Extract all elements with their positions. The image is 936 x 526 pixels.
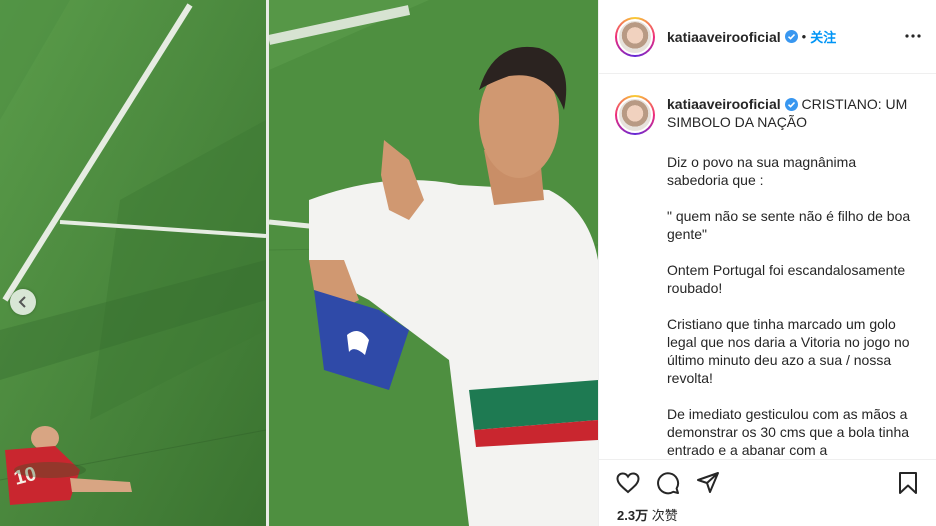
caption-username[interactable]: katiaaveirooficial: [667, 96, 781, 112]
bookmark-icon: [899, 472, 917, 494]
follow-button[interactable]: 关注: [810, 27, 836, 46]
caption-paragraph: " quem não se sente não é filho de boa g…: [667, 208, 911, 242]
more-options-icon: [905, 34, 921, 38]
caption-paragraph: Diz o povo na sua magnânima sabedoria qu…: [667, 154, 857, 188]
previous-media-button[interactable]: [10, 289, 36, 315]
verified-badge-icon: [784, 30, 798, 43]
likes-label: 次赞: [651, 508, 678, 523]
caption-paragraph: De imediato gesticulou com as mãos a dem…: [667, 406, 910, 458]
action-icons: [615, 470, 721, 496]
likes-count: 2.3万: [617, 508, 649, 523]
separator-dot: •: [801, 29, 807, 44]
post-actions: 2.3万 次赞: [599, 459, 936, 526]
avatar[interactable]: [615, 16, 655, 57]
comment-icon: [657, 472, 680, 495]
avatar-image: [617, 18, 653, 55]
post-panel: katiaaveirooficial • 关注 katiaaveiroofici…: [598, 0, 936, 526]
player-scene-right: [269, 0, 598, 526]
send-icon: [697, 472, 719, 493]
caption-title-line: katiaaveirooficial CRISTIANO: UM SIMBOLO…: [667, 95, 919, 135]
post-header: katiaaveirooficial • 关注: [599, 0, 936, 74]
like-button[interactable]: [615, 470, 641, 496]
caption-area: katiaaveirooficial CRISTIANO: UM SIMBOLO…: [599, 75, 936, 459]
heart-icon: [616, 472, 640, 494]
caption-avatar-image: [617, 97, 653, 133]
share-button[interactable]: [695, 470, 721, 496]
save-button[interactable]: [895, 470, 921, 496]
media-frame-right: [269, 0, 598, 526]
caption-paragraph: Ontem Portugal foi escandalosamente roub…: [667, 262, 906, 296]
chevron-left-icon: [18, 296, 26, 308]
verified-badge-icon: [784, 98, 798, 111]
post-media: 10: [0, 0, 598, 526]
caption-avatar[interactable]: [615, 95, 655, 135]
comment-button[interactable]: [655, 470, 681, 496]
header-username[interactable]: katiaaveirooficial: [667, 29, 781, 45]
media-frame-left: 10: [0, 0, 266, 526]
caption-paragraph: Cristiano que tinha marcado um golo lega…: [667, 316, 910, 386]
likes-summary[interactable]: 2.3万 次赞: [617, 505, 678, 524]
caption-header: katiaaveirooficial CRISTIANO: UM SIMBOLO…: [615, 95, 921, 135]
more-options-button[interactable]: [903, 26, 923, 46]
pitch-scene-left: 10: [0, 0, 266, 526]
